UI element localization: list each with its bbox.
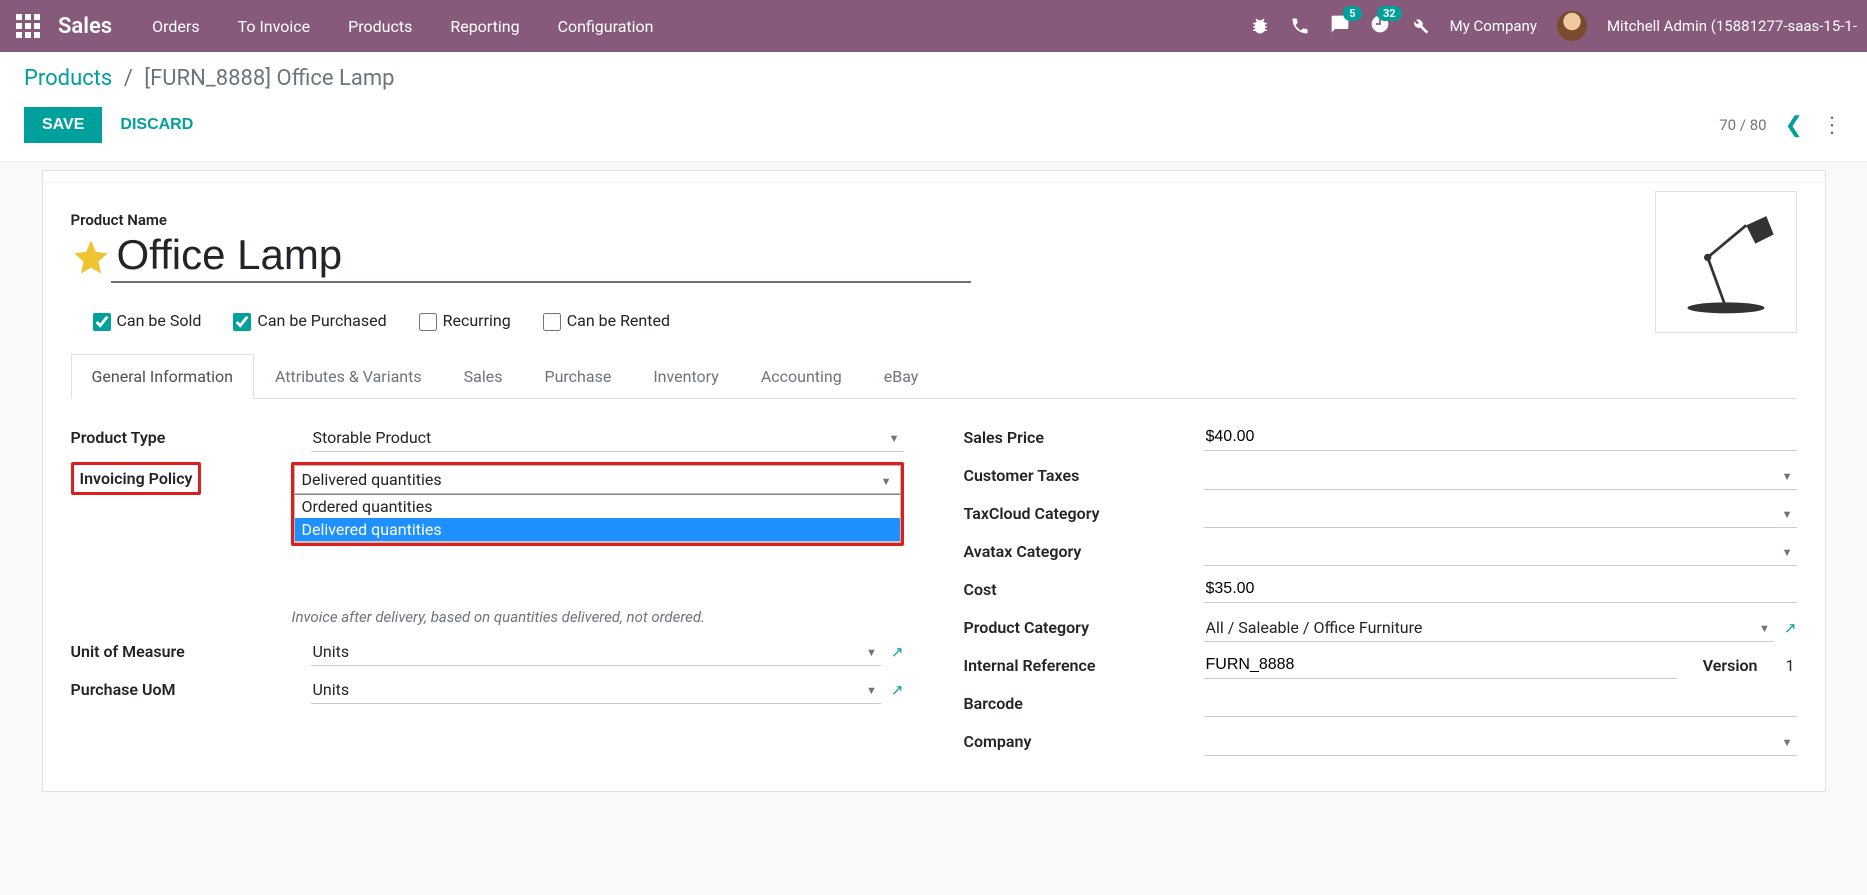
external-link-icon[interactable]: ↗ [891, 643, 904, 661]
right-column: Sales Price Customer Taxes ▼ TaxCloud Ca… [964, 419, 1797, 761]
breadcrumb-current: [FURN_8888] Office Lamp [144, 66, 394, 91]
apps-icon[interactable] [16, 14, 40, 38]
breadcrumb-parent[interactable]: Products [24, 66, 112, 91]
can-be-rented-checkbox[interactable]: Can be Rented [543, 311, 670, 331]
customer-taxes-label: Customer Taxes [964, 462, 1204, 485]
product-name-label: Product Name [71, 211, 1797, 229]
phone-icon[interactable] [1290, 16, 1310, 36]
save-button[interactable]: SAVE [24, 107, 102, 143]
tab-purchase[interactable]: Purchase [523, 354, 632, 399]
purchase-uom-label: Purchase UoM [71, 676, 311, 699]
username[interactable]: Mitchell Admin (15881277-saas-15-1- [1607, 17, 1857, 35]
messages-icon[interactable]: 5 [1330, 14, 1350, 38]
company-select[interactable] [1204, 728, 1797, 756]
form-sheet: Product Name Can be Sold Can be Purchase… [42, 170, 1826, 792]
product-type-select[interactable]: Storable Product [311, 424, 904, 452]
control-bar: Products / [FURN_8888] Office Lamp SAVE … [0, 52, 1867, 162]
product-category-label: Product Category [964, 614, 1204, 637]
tabs: General Information Attributes & Variant… [71, 353, 1797, 399]
external-link-icon[interactable]: ↗ [891, 681, 904, 699]
nav-reporting[interactable]: Reporting [450, 17, 519, 36]
option-ordered-quantities[interactable]: Ordered quantities [295, 495, 899, 518]
messages-badge: 5 [1343, 6, 1361, 21]
sales-price-label: Sales Price [964, 424, 1204, 447]
uom-select[interactable]: Units [311, 638, 881, 666]
internal-ref-label: Internal Reference [964, 652, 1204, 675]
nav-orders[interactable]: Orders [152, 17, 199, 36]
stat-strip [43, 171, 1825, 183]
bug-icon[interactable] [1250, 16, 1270, 36]
customer-taxes-select[interactable] [1204, 462, 1797, 490]
breadcrumb-sep: / [124, 66, 133, 91]
pager: 70 / 80 ❮ ⋮ [1719, 113, 1843, 138]
pager-next-icon[interactable]: ⋮ [1821, 113, 1843, 138]
nav-right: 5 32 My Company Mitchell Admin (15881277… [1250, 11, 1857, 41]
nav-to-invoice[interactable]: To Invoice [238, 17, 311, 36]
option-delivered-quantities[interactable]: Delivered quantities [295, 518, 899, 542]
tab-inventory[interactable]: Inventory [632, 354, 740, 399]
invoicing-policy-value[interactable]: Delivered quantities ▼ [294, 465, 900, 494]
caret-down-icon: ▼ [881, 475, 892, 488]
nav-configuration[interactable]: Configuration [558, 17, 654, 36]
invoicing-policy-dropdown[interactable]: Delivered quantities ▼ Ordered quantitie… [291, 462, 903, 546]
cost-input[interactable] [1204, 576, 1797, 603]
version-value: 1 [1784, 652, 1797, 679]
nav-links: Orders To Invoice Products Reporting Con… [152, 17, 1249, 36]
pager-text[interactable]: 70 / 80 [1719, 116, 1766, 134]
breadcrumb: Products / [FURN_8888] Office Lamp [24, 66, 1843, 91]
invoicing-policy-help: Invoice after delivery, based on quantit… [291, 606, 903, 629]
cost-label: Cost [964, 576, 1204, 599]
external-link-icon[interactable]: ↗ [1784, 619, 1797, 637]
tab-sales[interactable]: Sales [443, 354, 524, 399]
option-checkboxes: Can be Sold Can be Purchased Recurring C… [93, 311, 1797, 331]
can-be-sold-checkbox[interactable]: Can be Sold [93, 311, 202, 331]
app-brand[interactable]: Sales [58, 14, 112, 39]
can-be-purchased-checkbox[interactable]: Can be Purchased [233, 311, 386, 331]
barcode-input[interactable] [1204, 690, 1797, 717]
sales-price-input[interactable] [1204, 424, 1797, 451]
product-name-input[interactable] [111, 231, 971, 283]
taxcloud-select[interactable] [1204, 500, 1797, 528]
uom-label: Unit of Measure [71, 638, 311, 661]
barcode-label: Barcode [964, 690, 1204, 713]
sheet-wrap: Product Name Can be Sold Can be Purchase… [0, 170, 1867, 832]
product-header: Product Name [71, 211, 1797, 283]
recurring-checkbox[interactable]: Recurring [419, 311, 511, 331]
avatax-select[interactable] [1204, 538, 1797, 566]
tab-general-information[interactable]: General Information [71, 354, 255, 399]
version-label: Version [1703, 656, 1758, 675]
activities-badge: 32 [1377, 6, 1402, 21]
product-type-label: Product Type [71, 424, 311, 447]
left-column: Product Type Storable Product ▼ Invoicin… [71, 419, 904, 761]
company-field-label: Company [964, 728, 1204, 751]
taxcloud-label: TaxCloud Category [964, 500, 1204, 523]
avatar[interactable] [1557, 11, 1587, 41]
activities-icon[interactable]: 32 [1370, 14, 1390, 38]
top-navbar: Sales Orders To Invoice Products Reporti… [0, 0, 1867, 52]
form-grid: Product Type Storable Product ▼ Invoicin… [43, 399, 1825, 761]
avatax-label: Avatax Category [964, 538, 1204, 561]
tools-icon[interactable] [1410, 16, 1430, 36]
product-category-select[interactable]: All / Saleable / Office Furniture [1204, 614, 1774, 642]
tab-attributes-variants[interactable]: Attributes & Variants [254, 354, 443, 399]
invoicing-policy-label: Invoicing Policy [71, 462, 202, 495]
purchase-uom-select[interactable]: Units [311, 676, 881, 704]
tab-ebay[interactable]: eBay [863, 354, 940, 399]
favorite-star-icon[interactable] [71, 237, 111, 277]
discard-button[interactable]: DISCARD [120, 116, 193, 134]
internal-ref-input[interactable] [1204, 652, 1677, 679]
invoicing-policy-options: Ordered quantities Delivered quantities [294, 494, 900, 543]
company-selector[interactable]: My Company [1450, 17, 1537, 35]
action-row: SAVE DISCARD 70 / 80 ❮ ⋮ [24, 107, 1843, 143]
pager-prev-icon[interactable]: ❮ [1785, 113, 1803, 138]
nav-products[interactable]: Products [348, 17, 412, 36]
tab-accounting[interactable]: Accounting [740, 354, 863, 399]
